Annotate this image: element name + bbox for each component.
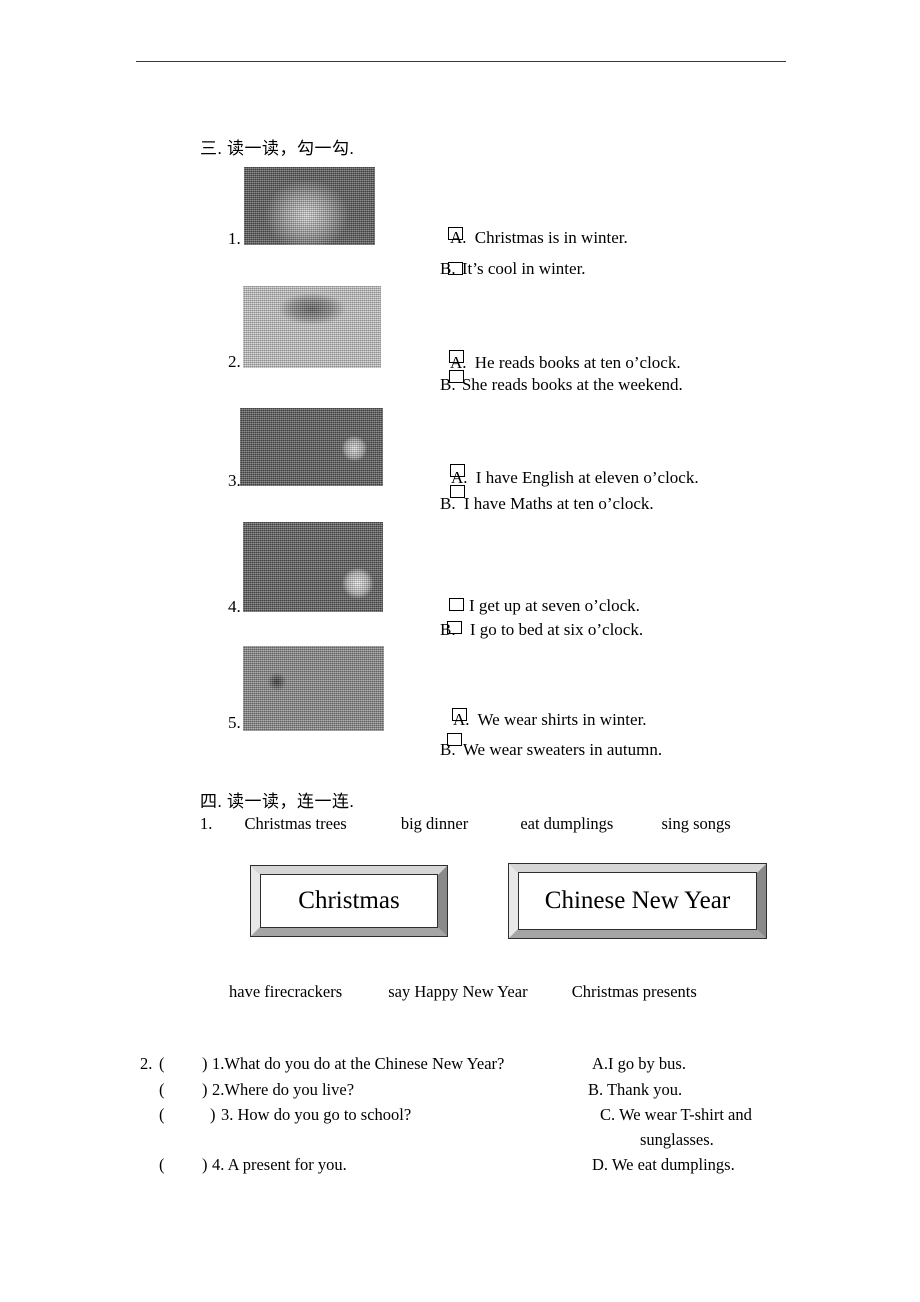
match-answer-c-continued: sunglasses. xyxy=(640,1130,714,1149)
question-4-number: 4. xyxy=(228,597,241,616)
match-stem-4: 4. A present for you. xyxy=(212,1155,347,1174)
label-box-christmas[interactable]: Christmas xyxy=(250,865,448,937)
word-christmas-trees[interactable]: Christmas trees xyxy=(245,814,347,834)
answer-blank-1-close[interactable]: ) xyxy=(202,1054,208,1074)
match-answer-c: C. We wear T-shirt and xyxy=(600,1105,752,1124)
option-b-text: It’s cool in winter. xyxy=(461,259,586,278)
question-2-options: A. He reads books at ten o’clock. B. She… xyxy=(440,350,683,399)
option-a-label: A. xyxy=(453,710,470,729)
label-box-christmas-text: Christmas xyxy=(298,887,400,914)
option-a-text: Christmas is in winter. xyxy=(474,228,628,247)
option-b-text: We wear sweaters in autumn. xyxy=(462,740,663,759)
option-a-text: We wear shirts in winter. xyxy=(477,710,647,729)
option-a-text: He reads books at ten o’clock. xyxy=(474,353,681,372)
answer-blank-3-open[interactable]: ( xyxy=(159,1105,165,1125)
match-stem-3: 3. How do you go to school? xyxy=(221,1105,412,1124)
word-sing-songs[interactable]: sing songs xyxy=(661,814,730,834)
question-3-option-b[interactable]: B. I have Maths at ten o’clock. xyxy=(440,485,684,516)
option-b-text: She reads books at the weekend. xyxy=(461,375,683,394)
question-4-option-a[interactable]: I get up at seven o’clock. A. xyxy=(440,594,640,618)
section-3-heading: 三. 读一读，勾一勾. xyxy=(200,139,355,158)
question-2-number: 2. xyxy=(140,1054,153,1073)
match-row-4: ( ) 4. A present for you. D. We eat dump… xyxy=(140,1155,820,1180)
word-christmas-presents[interactable]: Christmas presents xyxy=(572,982,697,1002)
question-1-options: A. Christmas is in winter. B. It’s cool … xyxy=(440,226,628,278)
header-divider xyxy=(136,61,786,62)
question-1-number: 1. xyxy=(200,814,213,833)
word-big-dinner[interactable]: big dinner xyxy=(401,814,468,834)
question-2-option-a[interactable]: A. He reads books at ten o’clock. xyxy=(440,350,681,375)
word-say-happy-new-year[interactable]: say Happy New Year xyxy=(388,982,527,1002)
answer-blank-2-close[interactable]: ) xyxy=(202,1080,208,1100)
word-have-firecrackers[interactable]: have firecrackers xyxy=(229,982,342,1002)
question-5-number: 5. xyxy=(228,713,241,732)
question-2-image xyxy=(243,286,381,368)
worksheet-page: 三. 读一读，勾一勾. 1. A. Christmas is in winter… xyxy=(0,0,920,1302)
question-3-number: 3. xyxy=(228,471,241,490)
match-row-3: ( ) 3. How do you go to school? C. We we… xyxy=(140,1105,820,1130)
question-4-option-b[interactable]: B. I go to bed at six o’clock. xyxy=(440,618,643,642)
checkbox-icon[interactable] xyxy=(449,598,464,611)
checkbox-icon[interactable] xyxy=(447,621,462,634)
label-box-chinese-new-year[interactable]: Chinese New Year xyxy=(508,863,767,939)
section-4-q2: 2. ( ) 1.What do you do at the Chinese N… xyxy=(140,1054,820,1180)
answer-blank-3-close[interactable]: ) xyxy=(210,1105,216,1125)
answer-blank-4-open[interactable]: ( xyxy=(159,1155,165,1175)
answer-blank-4-close[interactable]: ) xyxy=(202,1155,208,1175)
label-box-chinese-new-year-text: Chinese New Year xyxy=(544,887,731,914)
match-stem-2: 2.Where do you live? xyxy=(212,1080,355,1099)
checkbox-icon[interactable] xyxy=(447,733,462,746)
option-a-text: I have English at eleven o’clock. xyxy=(475,468,699,487)
question-1-number: 1. xyxy=(228,229,241,248)
question-5-option-a[interactable]: A. We wear shirts in winter. xyxy=(440,708,659,732)
match-answer-b: B. Thank you. xyxy=(588,1080,683,1099)
section-4-q1-bottom-words: have firecrackers say Happy New Year Chr… xyxy=(229,982,697,1002)
checkbox-icon[interactable] xyxy=(448,262,463,275)
question-3-options: A. I have English at eleven o’clock. B. … xyxy=(440,464,699,516)
answer-blank-2-open[interactable]: ( xyxy=(159,1080,165,1100)
option-a-label: A. xyxy=(450,228,467,247)
match-answer-a: A.I go by bus. xyxy=(592,1054,686,1073)
question-5-image xyxy=(243,646,384,731)
label-box-inner: Chinese New Year xyxy=(518,872,757,930)
option-b-text: I have Maths at ten o’clock. xyxy=(463,494,654,513)
question-1-image xyxy=(244,167,375,245)
option-b-label: B. xyxy=(440,494,456,513)
label-box-inner: Christmas xyxy=(260,874,438,928)
section-4-heading: 四. 读一读，连一连. xyxy=(200,792,355,811)
match-row-2: ( ) 2.Where do you live? B. Thank you. xyxy=(140,1080,820,1105)
question-5-option-b[interactable]: B. We wear sweaters in autumn. xyxy=(440,733,663,762)
question-2-number: 2. xyxy=(228,352,241,371)
question-2-option-b[interactable]: B. She reads books at the weekend. xyxy=(440,370,683,397)
match-row-3-continuation: sunglasses. xyxy=(140,1130,820,1155)
word-eat-dumplings[interactable]: eat dumplings xyxy=(520,814,613,834)
option-a-text: I get up at seven o’clock. xyxy=(469,596,640,615)
question-1-option-a[interactable]: A. Christmas is in winter. xyxy=(440,226,628,250)
match-stem-1: 1.What do you do at the Chinese New Year… xyxy=(212,1054,505,1073)
question-3-image xyxy=(240,408,383,486)
question-4-image xyxy=(243,522,383,612)
option-b-text: I go to bed at six o’clock. xyxy=(469,620,644,639)
section-4-q1-top-words: 1. Christmas trees big dinner eat dumpli… xyxy=(200,814,731,834)
question-5-options: A. We wear shirts in winter. B. We wear … xyxy=(440,708,662,759)
question-3-option-a[interactable]: A. I have English at eleven o’clock. xyxy=(440,464,699,490)
question-4-options: I get up at seven o’clock. A. B. I go to… xyxy=(440,594,643,642)
match-row-1: 2. ( ) 1.What do you do at the Chinese N… xyxy=(140,1054,820,1080)
answer-blank-1-open[interactable]: ( xyxy=(159,1054,165,1074)
match-answer-d: D. We eat dumplings. xyxy=(592,1155,735,1174)
question-1-option-b[interactable]: B. It’s cool in winter. xyxy=(440,257,614,281)
